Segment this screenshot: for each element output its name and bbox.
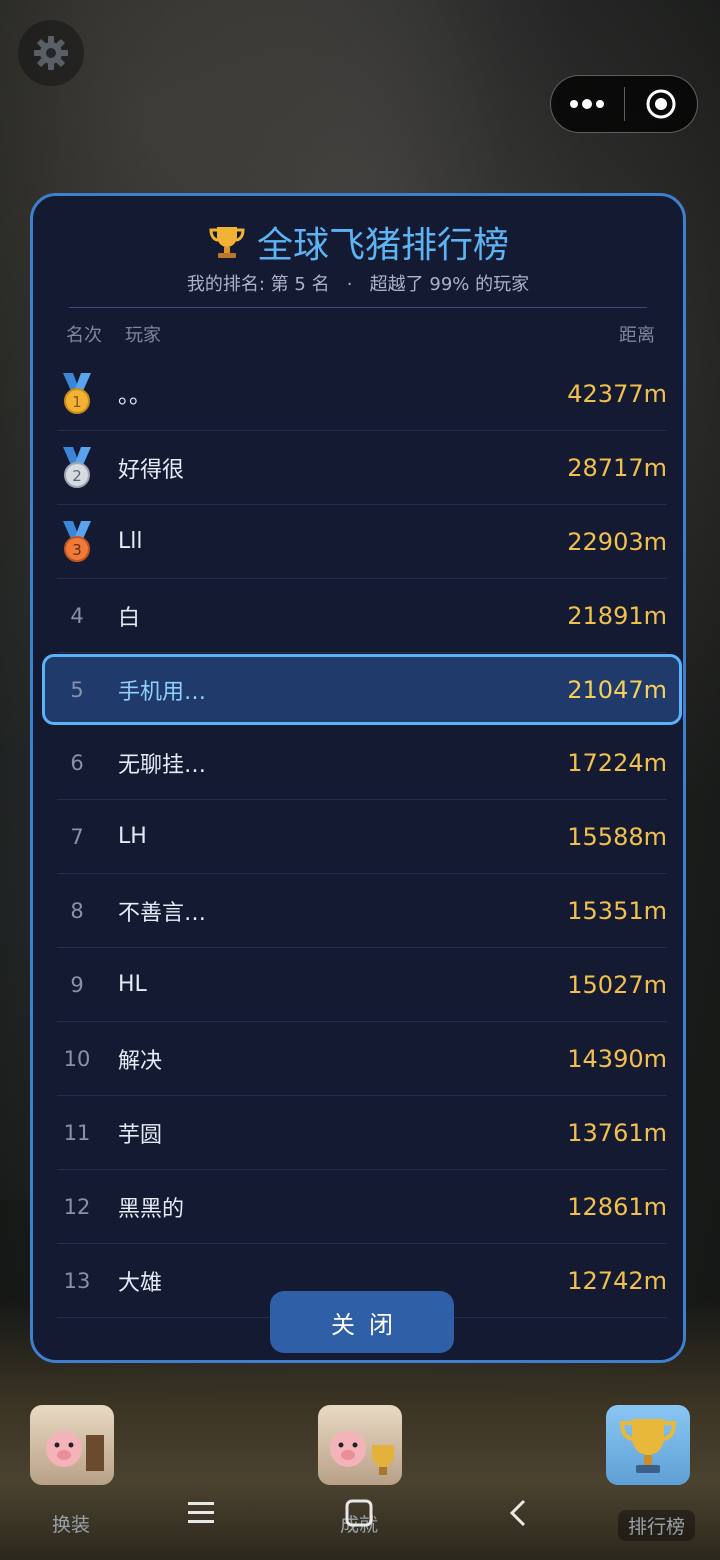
medal-number: 3 — [72, 541, 82, 559]
player-name: 芋圆 — [118, 1122, 163, 1148]
player-name: 白 — [118, 605, 141, 631]
bronze-medal-icon: 3 — [63, 520, 91, 562]
more-dots-icon — [570, 99, 605, 109]
menu-icon[interactable] — [186, 1498, 216, 1528]
achievements-button[interactable] — [318, 1405, 402, 1485]
ranking-row: 2 好得很 28717m — [57, 431, 667, 505]
ranking-row: 6 无聊挂… 17224m — [57, 726, 667, 800]
medal-number: 2 — [72, 467, 82, 485]
leaderboard-label: 排行榜 — [618, 1510, 696, 1541]
player-distance: 12742m — [567, 1266, 667, 1295]
ranking-row: 1 。。 42377m — [57, 357, 667, 431]
ranking-row: 3 Lll 22903m — [57, 505, 667, 579]
ranking-row: 12 黑黑的 12861m — [57, 1170, 667, 1244]
player-distance: 15027m — [567, 970, 667, 999]
my-rank-text: 我的排名: 第 5 名 — [186, 274, 330, 295]
ranking-row: 8 不善言… 15351m — [57, 874, 667, 948]
trophy-icon — [619, 1419, 677, 1473]
home-icon[interactable] — [344, 1498, 374, 1528]
back-icon[interactable] — [504, 1498, 534, 1528]
leaderboard-panel: 全球飞猪排行榜 我的排名: 第 5 名 · 超越了 99% 的玩家 名次 玩家 … — [30, 193, 686, 1363]
rank-cell: 2 — [57, 431, 97, 504]
player-distance: 12861m — [567, 1192, 667, 1221]
player-distance: 42377m — [567, 379, 667, 408]
header-rank: 名次 — [66, 325, 102, 346]
player-distance: 21891m — [567, 601, 667, 630]
player-name: 大雄 — [118, 1270, 163, 1296]
player-distance: 17224m — [567, 748, 667, 777]
pig-trophy-icon — [330, 1431, 394, 1475]
table-header: 名次 玩家 距离 — [33, 321, 683, 347]
player-distance: 13761m — [567, 1118, 667, 1147]
rank-number: 6 — [70, 750, 84, 775]
player-name: HL — [118, 972, 147, 997]
player-name: 黑黑的 — [118, 1196, 185, 1222]
mini-program-capsule — [550, 75, 698, 133]
rank-cell: 3 — [57, 505, 97, 578]
ranking-row: 11 芋圆 13761m — [57, 1096, 667, 1170]
rank-number: 12 — [63, 1194, 91, 1219]
rank-number: 9 — [70, 972, 84, 997]
player-name: 好得很 — [118, 457, 185, 483]
rank-number: 4 — [70, 603, 84, 628]
rank-number: 13 — [63, 1268, 91, 1293]
rank-cell: 1 — [57, 357, 97, 430]
medal-number: 1 — [72, 393, 82, 411]
leaderboard-button[interactable] — [606, 1405, 690, 1485]
exit-button[interactable] — [625, 76, 698, 132]
player-name: 解决 — [118, 1048, 163, 1074]
dress-up-label: 换装 — [52, 1514, 91, 1536]
ranking-row: 10 解决 14390m — [57, 1022, 667, 1096]
my-rank-summary: 我的排名: 第 5 名 · 超越了 99% 的玩家 — [33, 270, 683, 296]
dress-up-button[interactable] — [30, 1405, 114, 1485]
player-distance: 14390m — [567, 1044, 667, 1073]
player-distance: 28717m — [567, 453, 667, 482]
leaderboard-title: 全球飞猪排行榜 — [33, 216, 683, 268]
rank-number: 7 — [70, 824, 84, 849]
ranking-list: 1 。。 42377m 2 好得很 28717m 3 Lll 22903m 4 … — [42, 357, 682, 1318]
title-divider — [69, 307, 647, 308]
player-distance: 22903m — [567, 527, 667, 556]
header-player: 玩家 — [125, 325, 161, 346]
player-name: 。。 — [118, 383, 152, 409]
gear-icon — [34, 36, 68, 70]
my-ranking-row: 5 手机用… 21047m — [42, 653, 682, 726]
header-distance: 距离 — [619, 325, 655, 346]
player-name: 手机用… — [118, 679, 207, 705]
percentile-text: 超越了 99% 的玩家 — [369, 274, 530, 295]
player-name: 不善言… — [118, 900, 207, 926]
rank-number: 8 — [70, 898, 84, 923]
player-distance: 15351m — [567, 896, 667, 925]
rank-number: 11 — [63, 1120, 91, 1145]
close-button[interactable]: 关闭 — [270, 1291, 454, 1353]
player-distance: 21047m — [567, 675, 667, 704]
rank-number: 5 — [70, 677, 84, 702]
player-name: LH — [118, 824, 147, 849]
trophy-icon — [209, 227, 245, 258]
ranking-row: 4 白 21891m — [57, 579, 667, 653]
player-name: Lll — [118, 529, 143, 554]
ranking-row: 7 LH 15588m — [57, 800, 667, 874]
player-name: 无聊挂… — [118, 752, 207, 778]
target-circle-icon — [646, 89, 676, 119]
ranking-row: 9 HL 15027m — [57, 948, 667, 1022]
more-button[interactable] — [551, 76, 624, 132]
player-distance: 15588m — [567, 822, 667, 851]
rank-number: 10 — [63, 1046, 91, 1071]
gold-medal-icon: 1 — [63, 372, 91, 414]
settings-button[interactable] — [18, 20, 84, 86]
pig-icon — [46, 1431, 104, 1471]
title-text: 全球飞猪排行榜 — [256, 225, 509, 266]
silver-medal-icon: 2 — [63, 446, 91, 488]
